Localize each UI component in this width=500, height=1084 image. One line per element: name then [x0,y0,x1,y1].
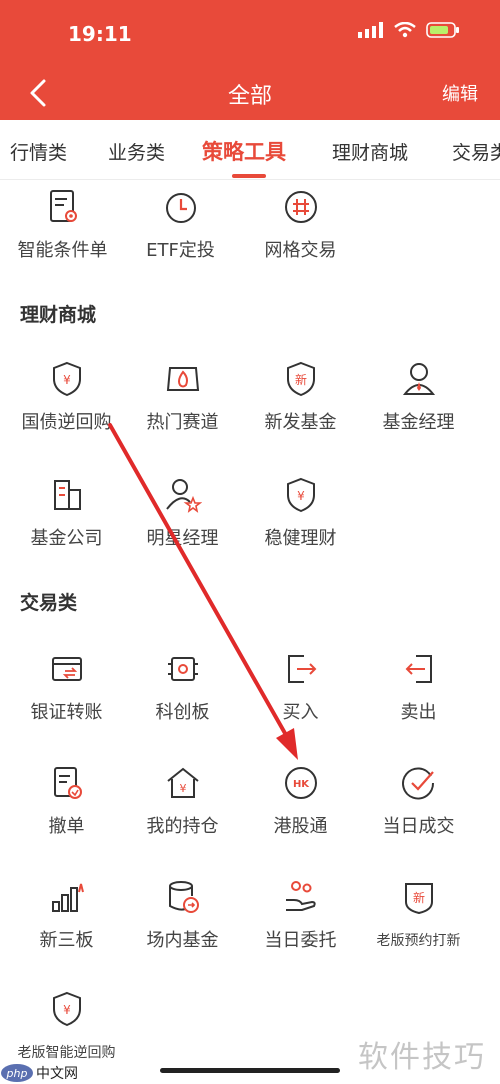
bar-chart-icon [52,883,84,912]
section-title-trade: 交易类 [20,592,78,614]
new-fund-icon: 新 [287,361,315,397]
grid-item-label: 基金公司 [30,528,103,549]
grid-icon [285,191,317,223]
holdings-icon: ¥ [167,767,199,798]
tab-business[interactable]: 业务类 [108,138,165,165]
category-tabs: 行情类 业务类 策略工具 理财商城 交易类 [0,120,500,180]
active-tab-indicator [232,174,266,178]
company-icon [54,480,81,510]
timer-icon [166,193,196,223]
svg-text:php: php [6,1067,28,1080]
status-icons [358,22,460,38]
shield-yuan-icon: ¥ [287,477,315,513]
wifi-icon [394,22,416,38]
sell-icon [405,655,432,683]
grid-item-label: 网格交易 [264,240,337,261]
hk-icon: HK [285,767,317,799]
grid-item-treasury-repo[interactable]: ¥ 国债逆回购 [4,360,129,460]
svg-text:¥: ¥ [297,489,305,503]
grid-item-old-ipo[interactable]: 新 老版预约打新 [356,878,481,978]
tab-trade[interactable]: 交易类 [452,138,500,165]
hot-track-icon [166,367,200,391]
battery-icon [426,22,459,38]
grid-item-label: 卖出 [400,702,437,723]
grid-item-exchange-fund[interactable]: 场内基金 [120,878,245,978]
home-indicator[interactable] [160,1068,340,1073]
cancel-order-icon [54,767,82,799]
transfer-icon [52,657,82,681]
grid-item-steady-finance[interactable]: ¥ 稳健理财 [238,476,363,576]
signal-icon [358,22,383,38]
svg-text:中文网: 中文网 [36,1066,78,1082]
entrust-icon [286,881,316,911]
grid-item-fund-company[interactable]: 基金公司 [4,476,129,576]
grid-item-hot-track[interactable]: 热门赛道 [120,360,245,460]
grid-item-label: 科创板 [155,702,210,723]
grid-item-label: 我的持仓 [146,816,219,837]
svg-text:¥: ¥ [180,782,187,795]
grid-item-label: 撤单 [48,816,85,837]
grid-item-label: 稳健理财 [264,528,337,549]
nav-bar: 全部 编辑 [0,66,500,120]
grid-item-star-market[interactable]: 科创板 [120,650,245,750]
grid-item-conditional-order[interactable]: 智能条件单 [0,188,125,288]
grid-item-label: 当日委托 [264,930,337,951]
edit-button[interactable]: 编辑 [442,80,478,106]
grid-item-label: 明星经理 [146,528,219,549]
conditional-order-icon [50,190,77,222]
watermark-logo: php 中文网 [1,1064,78,1082]
grid-item-etf-plan[interactable]: ETF定投 [118,188,243,288]
grid-item-hk-connect[interactable]: HK 港股通 [238,764,363,864]
grid-item-fund-manager[interactable]: 基金经理 [356,360,481,460]
tab-strategy-tools[interactable]: 策略工具 [202,136,286,166]
grid-item-star-manager[interactable]: 明星经理 [120,476,245,576]
grid-item-bank-transfer[interactable]: 银证转账 [4,650,129,750]
grid-item-today-deals[interactable]: 当日成交 [356,764,481,864]
grid-item-label: 智能条件单 [17,240,108,261]
grid-item-grid-trading[interactable]: 网格交易 [238,188,363,288]
grid-item-new-fund[interactable]: 新 新发基金 [238,360,363,460]
status-time: 19:11 [68,22,132,46]
grid-item-cancel-order[interactable]: 撤单 [4,764,129,864]
grid-item-label: 老版预约打新 [376,933,461,949]
page-title: 全部 [227,84,272,109]
svg-text:HK: HK [293,779,310,790]
function-grid: 智能条件单 ETF定投 网格交易 理财商城 ¥ 国债逆回购 热门赛道 新 新发基… [0,180,500,1080]
grid-item-label: 国债逆回购 [21,412,112,433]
grid-item-label: 基金经理 [382,412,455,433]
grid-item-sell[interactable]: 卖出 [356,650,481,750]
tab-wealth-mall[interactable]: 理财商城 [332,138,408,165]
grid-item-label: 热门赛道 [146,412,219,433]
grid-item-label: 新发基金 [264,412,337,433]
grid-item-neeq[interactable]: 新三板 [4,878,129,978]
manager-icon [402,363,436,395]
grid-item-label: ETF定投 [146,240,215,261]
svg-text:新: 新 [295,372,307,387]
grid-item-label: 新三板 [39,930,94,951]
grid-item-label: 场内基金 [146,930,219,951]
buy-icon [288,655,317,683]
svg-text:¥: ¥ [63,373,71,387]
new-badge-icon: 新 [405,883,433,915]
grid-item-my-holdings[interactable]: ¥ 我的持仓 [120,764,245,864]
section-title-wealth: 理财商城 [20,304,97,326]
grid-item-label: 银证转账 [30,702,103,723]
star-manager-icon [166,479,202,513]
grid-item-today-entrust[interactable]: 当日委托 [238,878,363,978]
shield-yuan-icon: ¥ [53,991,81,1027]
svg-text:¥: ¥ [63,1003,71,1017]
svg-text:新: 新 [413,890,425,905]
grid-item-label: 买入 [282,702,319,723]
chip-icon [168,657,198,681]
exchange-fund-icon [169,881,199,913]
grid-item-label: 港股通 [273,816,328,837]
grid-item-label: 老版智能逆回购 [17,1045,116,1061]
watermark-text: 软件技巧 [358,1040,486,1075]
tab-market[interactable]: 行情类 [10,138,67,165]
grid-item-buy[interactable]: 买入 [238,650,363,750]
grid-item-label: 当日成交 [382,816,455,837]
shield-yuan-icon: ¥ [53,361,81,397]
deal-check-icon [402,767,435,800]
status-bar: 19:11 [0,0,500,66]
